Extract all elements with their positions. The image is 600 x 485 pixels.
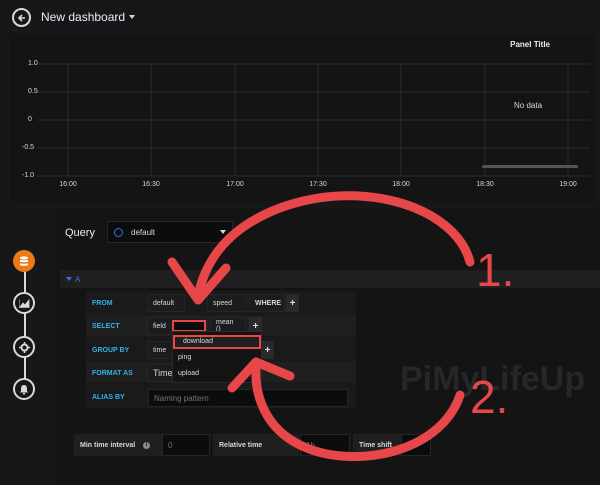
select-keyword: SELECT xyxy=(92,323,120,330)
graph-grid xyxy=(37,63,590,177)
graph-panel: Panel Title No data 1.0 0.5 0 -0.5 -1.0 … xyxy=(10,34,595,202)
rail-general[interactable] xyxy=(13,336,35,358)
measurement-segment[interactable]: speed xyxy=(207,294,247,312)
chart-area-icon xyxy=(18,298,30,308)
rail-visualization[interactable] xyxy=(13,292,35,314)
info-icon[interactable]: i xyxy=(143,441,151,449)
dropdown-option-ping[interactable]: ping xyxy=(178,354,191,361)
dropdown-option-download[interactable]: download xyxy=(173,335,261,349)
query-row-toggle[interactable]: A xyxy=(66,275,80,284)
annotation-step-1: 1. xyxy=(476,244,515,296)
y-tick: 0 xyxy=(28,116,32,123)
panel-scrollbar[interactable] xyxy=(482,165,578,168)
database-icon xyxy=(20,255,28,266)
retention-policy-segment[interactable]: default xyxy=(147,294,185,312)
x-tick: 18:30 xyxy=(476,181,494,188)
format-as-value: Time xyxy=(153,368,173,378)
dashboard-title-text: New dashboard xyxy=(41,10,126,24)
x-tick: 16:30 xyxy=(142,181,160,188)
time-shift-text: Time shift xyxy=(359,441,392,449)
annotation-step-2: 2. xyxy=(470,371,509,423)
no-data-text: No data xyxy=(514,101,543,110)
x-tick: 18:00 xyxy=(392,181,410,188)
group-by-value: time xyxy=(153,346,167,354)
min-interval-text: Min time interval xyxy=(80,441,136,449)
relative-time-input[interactable] xyxy=(300,434,350,456)
x-tick: 19:00 xyxy=(559,181,577,188)
x-tick: 16:00 xyxy=(59,181,77,188)
measurement-value: speed xyxy=(213,299,233,307)
y-tick: -1.0 xyxy=(22,172,35,179)
from-keyword: FROM xyxy=(92,300,113,307)
format-as-select[interactable]: Time xyxy=(147,364,173,382)
field-prefix: field xyxy=(153,322,166,330)
arrow-left-icon xyxy=(17,13,25,22)
query-label: Query xyxy=(65,227,95,239)
add-group-by-button[interactable]: + xyxy=(261,341,274,359)
panel-title[interactable]: Panel Title xyxy=(510,40,550,49)
time-shift-label: Time shift xyxy=(353,434,401,456)
globe-icon xyxy=(114,227,123,237)
datasource-name: default xyxy=(131,227,156,237)
time-shift-input[interactable] xyxy=(401,434,431,456)
rail-queries[interactable] xyxy=(13,250,35,272)
caret-down-icon xyxy=(66,277,72,281)
y-tick: 0.5 xyxy=(28,88,38,95)
back-button[interactable] xyxy=(12,8,31,27)
min-interval-input[interactable] xyxy=(162,434,210,456)
dropdown-option-upload[interactable]: upload xyxy=(178,370,199,377)
where-keyword: WHERE xyxy=(255,299,282,307)
x-tick: 17:30 xyxy=(309,181,327,188)
group-by-keyword: GROUP BY xyxy=(92,347,130,354)
relative-time-text: Relative time xyxy=(219,441,263,449)
group-by-segment[interactable]: time xyxy=(147,341,173,359)
relative-time-label: Relative time xyxy=(213,434,299,456)
add-where-button[interactable]: + xyxy=(286,294,299,312)
chevron-down-icon xyxy=(129,15,136,19)
dashboard-title[interactable]: New dashboard xyxy=(41,10,136,24)
query-row-header[interactable] xyxy=(60,270,600,288)
query-row-label: A xyxy=(75,275,81,284)
rail-connector xyxy=(24,262,26,392)
chevron-down-icon xyxy=(220,230,226,234)
y-tick: 1.0 xyxy=(28,60,38,67)
format-as-keyword: FORMAT AS xyxy=(92,370,133,377)
gear-icon xyxy=(18,341,30,353)
y-tick: -0.5 xyxy=(22,144,35,151)
retention-policy-value: default xyxy=(153,299,175,307)
datasource-select[interactable]: default xyxy=(107,221,233,243)
min-interval-label: Min time interval i xyxy=(74,434,162,456)
bell-icon xyxy=(20,384,28,395)
alias-by-keyword: ALIAS BY xyxy=(92,394,125,401)
field-dropdown: download ping upload xyxy=(172,331,262,383)
where-segment[interactable]: WHERE xyxy=(249,294,285,312)
x-tick: 17:00 xyxy=(226,181,244,188)
rail-alert[interactable] xyxy=(13,378,35,400)
alias-by-input[interactable] xyxy=(148,389,348,407)
